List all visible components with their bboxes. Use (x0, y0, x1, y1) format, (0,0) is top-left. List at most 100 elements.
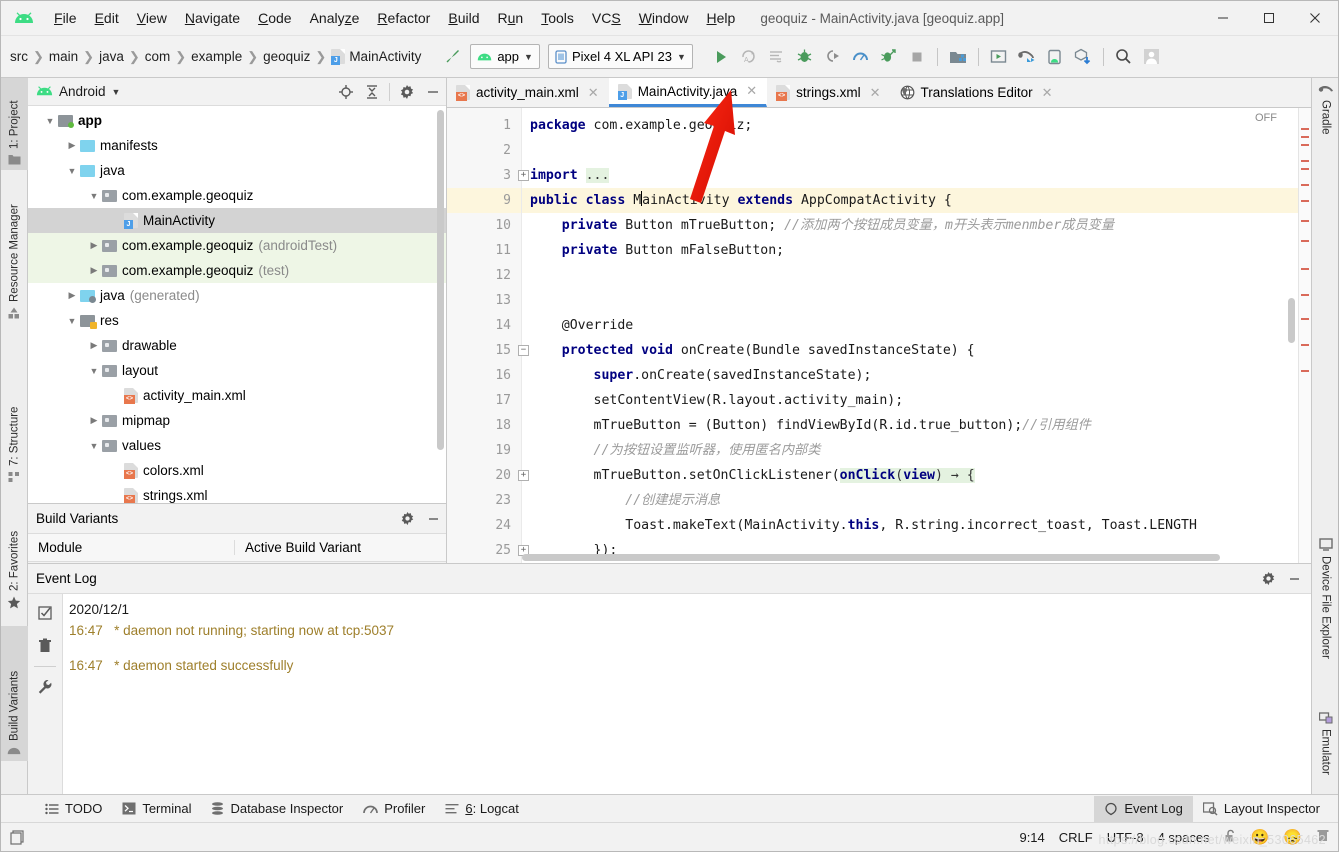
feedback-sad-icon[interactable]: 😞 (1283, 828, 1302, 846)
minimize-button[interactable] (1200, 1, 1246, 36)
breadcrumb-main[interactable]: main (46, 47, 81, 66)
minimize-panel-icon[interactable] (1281, 567, 1307, 591)
toggle-tool-windows-button[interactable] (1, 829, 35, 845)
tree-item-strings-xml[interactable]: strings.xml (28, 483, 446, 503)
tab-strings-xml[interactable]: strings.xml ✕ (767, 78, 890, 107)
expand-arrow-icon[interactable]: ▼ (64, 166, 80, 176)
sync-gradle-icon[interactable] (1013, 44, 1041, 70)
expand-arrow-icon[interactable]: ▼ (86, 191, 102, 201)
code-text[interactable]: package com.example.geoquiz; import ... … (522, 108, 1311, 563)
file-encoding[interactable]: UTF-8 (1107, 830, 1144, 845)
account-icon[interactable] (1138, 44, 1166, 70)
tree-item-colors-xml[interactable]: colors.xml (28, 458, 446, 483)
menu-view[interactable]: View (128, 7, 176, 29)
locate-icon[interactable] (333, 80, 359, 104)
minimize-panel-icon[interactable] (420, 80, 446, 104)
editor-vertical-scrollbar[interactable] (1288, 298, 1295, 343)
menu-help[interactable]: Help (698, 7, 745, 29)
expand-arrow-icon[interactable]: ▼ (86, 441, 102, 451)
tree-item-package-geoquiz[interactable]: ▼ com.example.geoquiz (28, 183, 446, 208)
expand-arrow-icon[interactable]: ▶ (64, 290, 80, 301)
project-tree-scrollbar[interactable] (437, 110, 444, 450)
event-log-content[interactable]: 2020/12/1 16:47 * daemon not running; st… (63, 594, 1311, 801)
bottom-item-terminal[interactable]: Terminal (112, 796, 201, 822)
indent-setting[interactable]: 4 spaces (1158, 830, 1210, 845)
sidebar-item-device-file-explorer[interactable]: Device File Explorer (1312, 533, 1339, 688)
maximize-button[interactable] (1246, 1, 1292, 36)
bottom-item-profiler[interactable]: Profiler (353, 796, 435, 822)
collapse-all-icon[interactable] (359, 80, 385, 104)
memory-indicator-icon[interactable] (1316, 828, 1330, 846)
menu-navigate[interactable]: Navigate (176, 7, 249, 29)
caret-position[interactable]: 9:14 (1019, 830, 1044, 845)
column-header-module[interactable]: Module (28, 540, 235, 555)
line-number-gutter[interactable]: 1 2 3 + 9 10 11 12 13 14 15 − 16 17 18 1… (447, 108, 529, 563)
bottom-item-database-inspector[interactable]: Database Inspector (201, 796, 353, 822)
download-component-icon[interactable] (1069, 44, 1097, 70)
code-editor[interactable]: 1 2 3 + 9 10 11 12 13 14 15 − 16 17 18 1… (447, 108, 1311, 563)
menu-code[interactable]: Code (249, 7, 300, 29)
tree-item-res[interactable]: ▼ res (28, 308, 446, 333)
tree-item-package-test[interactable]: ▶ com.example.geoquiz (test) (28, 258, 446, 283)
stop-icon[interactable] (903, 44, 931, 70)
menu-vcs[interactable]: VCS (583, 7, 630, 29)
breadcrumb-example[interactable]: example (188, 47, 245, 66)
menu-window[interactable]: Window (630, 7, 698, 29)
expand-arrow-icon[interactable]: ▶ (86, 240, 102, 251)
menu-edit[interactable]: Edit (86, 7, 128, 29)
run-icon[interactable] (707, 44, 735, 70)
trash-icon[interactable] (32, 633, 58, 659)
module-selector-combo[interactable]: app ▼ (470, 44, 540, 69)
expand-arrow-icon[interactable]: ▼ (64, 316, 80, 326)
minimize-panel-icon[interactable] (420, 507, 446, 531)
sidebar-item-structure[interactable]: 7: Structure (1, 378, 28, 488)
unlock-icon[interactable] (1224, 829, 1237, 846)
expand-arrow-icon[interactable]: ▶ (64, 140, 80, 151)
tab-translations-editor[interactable]: Translations Editor ✕ (891, 78, 1063, 107)
menu-build[interactable]: Build (439, 7, 488, 29)
expand-arrow-icon[interactable]: ▼ (86, 366, 102, 376)
debug-app-icon[interactable] (875, 44, 903, 70)
attach-debugger-icon[interactable] (819, 44, 847, 70)
menu-refactor[interactable]: Refactor (368, 7, 439, 29)
error-stripe-marker-bar[interactable] (1298, 108, 1311, 563)
menu-analyze[interactable]: Analyze (301, 7, 369, 29)
search-everywhere-icon[interactable] (1110, 44, 1138, 70)
project-tree[interactable]: ▼ app ▶ manifests ▼ java ▼ com.example.g… (28, 106, 446, 503)
tree-item-java-generated[interactable]: ▶ java (generated) (28, 283, 446, 308)
profiler-icon[interactable] (847, 44, 875, 70)
close-icon[interactable]: ✕ (870, 85, 881, 101)
tree-item-mainactivity[interactable]: MainActivity (28, 208, 446, 233)
expand-arrow-icon[interactable]: ▶ (86, 415, 102, 426)
debug-icon[interactable] (791, 44, 819, 70)
expand-arrow-icon[interactable]: ▼ (42, 116, 58, 126)
column-header-active-build-variant[interactable]: Active Build Variant (235, 540, 446, 555)
breadcrumb-geoquiz[interactable]: geoquiz (260, 47, 313, 66)
bottom-item-todo[interactable]: TODO (35, 796, 112, 822)
sidebar-item-build-variants[interactable]: Build Variants (1, 626, 28, 761)
tree-item-package-androidtest[interactable]: ▶ com.example.geoquiz (androidTest) (28, 233, 446, 258)
breadcrumb-mainactivity[interactable]: MainActivity (328, 47, 424, 66)
settings-gear-icon[interactable] (1255, 567, 1281, 591)
rerun-icon[interactable]: A (735, 44, 763, 70)
tree-item-layout[interactable]: ▼ layout (28, 358, 446, 383)
expand-arrow-icon[interactable]: ▶ (86, 265, 102, 276)
inspection-status-badge[interactable]: OFF (1255, 112, 1277, 124)
feedback-happy-icon[interactable]: 😀 (1251, 828, 1270, 846)
menu-tools[interactable]: Tools (532, 7, 583, 29)
menu-run[interactable]: Run (489, 7, 533, 29)
sidebar-item-project[interactable]: 1: Project (1, 78, 28, 170)
device-manager-icon[interactable] (1041, 44, 1069, 70)
tab-mainactivity-java[interactable]: MainActivity.java ✕ (608, 78, 768, 107)
settings-gear-icon[interactable] (394, 507, 420, 531)
run-with-coverage-icon[interactable] (763, 44, 791, 70)
line-separator[interactable]: CRLF (1059, 830, 1093, 845)
wrench-icon[interactable] (32, 674, 58, 700)
bottom-item-event-log[interactable]: Event Log (1094, 795, 1193, 822)
tree-item-java[interactable]: ▼ java (28, 158, 446, 183)
sdk-manager-icon[interactable] (944, 44, 972, 70)
tree-item-app[interactable]: ▼ app (28, 108, 446, 133)
expand-arrow-icon[interactable]: ▶ (86, 340, 102, 351)
sidebar-item-resource-manager[interactable]: Resource Manager (1, 176, 28, 324)
tree-item-activity-main-xml[interactable]: activity_main.xml (28, 383, 446, 408)
